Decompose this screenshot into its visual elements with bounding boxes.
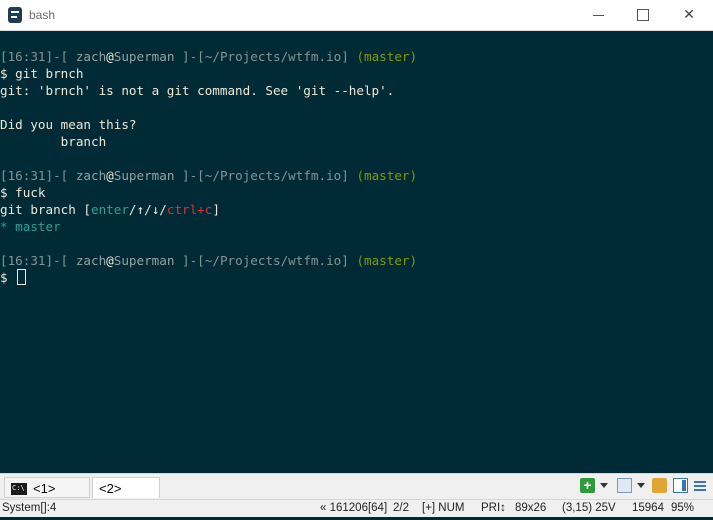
prompt-line: [16:31]-[ zach@Superman ]-[~/Projects/wt… [0, 252, 713, 269]
prompt-branch: (master) [356, 253, 418, 268]
bracket-close: ] [212, 202, 220, 217]
prompt-at: @ [106, 168, 114, 183]
panel-icon[interactable] [673, 478, 688, 493]
add-icon[interactable]: + [580, 478, 595, 493]
correction-line: git branch [enter/↑/↓/ctrl+c] [0, 201, 713, 218]
prompt-branch: (master) [356, 168, 418, 183]
prompt-path: ~/Projects/wtfm.io [204, 168, 342, 183]
suggest-line: Did you mean this? [0, 117, 137, 132]
suggestion-line: branch [0, 134, 107, 149]
cmd-icon [11, 483, 27, 495]
menu-icon[interactable] [693, 478, 708, 493]
text-cursor[interactable] [17, 269, 27, 285]
status-tab-index: 2/2 [393, 502, 409, 514]
prompt-host: Superman [113, 168, 175, 183]
sheet-icon[interactable] [617, 478, 632, 493]
terminal-output[interactable]: [16:31]-[ zach@Superman ]-[~/Projects/wt… [0, 31, 713, 473]
prompt-user: zach [75, 49, 107, 64]
prompt-separator: -[ [53, 49, 76, 64]
prompt-separator: ]-[ [174, 253, 205, 268]
command-line: $ fuck [0, 185, 46, 200]
status-position: « 161206[64] [320, 502, 388, 514]
prompt-separator: -[ [53, 168, 76, 183]
minimize-button[interactable] [575, 0, 621, 30]
dropdown-icon[interactable] [637, 478, 645, 493]
slash: / [144, 202, 152, 217]
tab-bar: <1> cmd <2> bash + [0, 473, 713, 517]
prompt-separator: -[ [53, 253, 76, 268]
prompt-separator: ]-[ [174, 49, 205, 64]
prompt-time: [16:31] [0, 253, 54, 268]
window-title: bash [29, 8, 56, 22]
prompt-separator: ] [341, 49, 357, 64]
prompt-user: zach [75, 168, 107, 183]
prompt-host: Superman [113, 253, 175, 268]
command-line: $ git brnch [0, 66, 84, 81]
prompt-user: zach [75, 253, 107, 268]
maximize-button[interactable] [620, 0, 666, 30]
enter-key-hint: enter [91, 202, 129, 217]
status-cursor: (3,15) 25V [562, 502, 616, 514]
maximize-icon [637, 9, 649, 21]
status-zoom: 95% [671, 502, 695, 514]
prompt-separator: ]-[ [174, 168, 205, 183]
tab-bash[interactable]: <2> bash [92, 477, 160, 517]
dropdown-icon[interactable] [600, 478, 608, 493]
prompt-line: [16:31]-[ zach@Superman ]-[~/Projects/wt… [0, 48, 713, 65]
tab-cmd[interactable]: <1> cmd [4, 477, 90, 517]
prompt-host: Superman [113, 49, 175, 64]
prompt-path: ~/Projects/wtfm.io [204, 253, 342, 268]
branch-output-line: * master [0, 219, 61, 234]
prompt-symbol: $ [0, 270, 16, 285]
minimize-icon [593, 15, 604, 16]
title-bar: bash ✕ [0, 0, 713, 31]
conemu-icon[interactable] [8, 7, 22, 23]
prompt-at: @ [106, 253, 114, 268]
corrected-command: git branch [0, 202, 84, 217]
status-priority: PRI↕ [481, 502, 506, 514]
close-icon: ✕ [683, 7, 695, 23]
prompt-path: ~/Projects/wtfm.io [204, 49, 342, 64]
prompt-time: [16:31] [0, 49, 54, 64]
up-key-hint: ↑ [136, 202, 145, 217]
prompt-separator: ] [341, 168, 357, 183]
error-line: git: 'brnch' is not a git command. See '… [0, 83, 395, 98]
status-bar: System[]:4 « 161206[64] 2/2 [+] NUM PRI↕… [0, 499, 713, 517]
close-button[interactable]: ✕ [666, 0, 712, 30]
status-mode: [+] NUM [422, 502, 465, 514]
status-memory: 15964 [632, 502, 664, 514]
slash: / [128, 202, 137, 217]
slash: / [159, 202, 167, 217]
status-size: 89x26 [515, 502, 547, 514]
bracket-open: [ [83, 202, 91, 217]
prompt-time: [16:31] [0, 168, 54, 183]
prompt-line: [16:31]-[ zach@Superman ]-[~/Projects/wt… [0, 167, 713, 184]
prompt-separator: ] [341, 253, 357, 268]
input-line[interactable]: $ [0, 269, 713, 286]
prompt-at: @ [106, 49, 114, 64]
status-system[interactable]: System[]:4 [2, 501, 56, 516]
prompt-branch: (master) [356, 49, 418, 64]
ctrl-c-hint: ctrl+c [166, 202, 213, 217]
lock-icon[interactable] [652, 478, 667, 493]
